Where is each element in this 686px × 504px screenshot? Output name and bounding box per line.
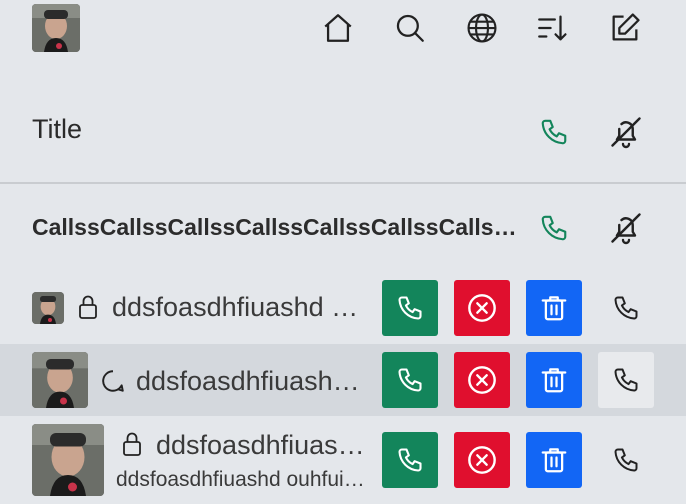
accept-call-button[interactable]	[382, 432, 438, 488]
delete-button[interactable]	[526, 280, 582, 336]
sort-icon[interactable]	[532, 8, 572, 48]
list-item[interactable]: ddsfoasdhfiuashd ouhfuiasdhfiuahsdf	[0, 344, 686, 416]
list-item[interactable]: ddsfoasdhfiuashd ouhfuiasdhfiuahsdf ddsf…	[0, 420, 686, 500]
list-item[interactable]: ddsfoasdhfiuashd ouhfuiasdhfiuahsdf	[0, 278, 686, 338]
search-icon[interactable]	[390, 8, 430, 48]
accept-call-button[interactable]	[382, 352, 438, 408]
delete-button[interactable]	[526, 432, 582, 488]
lock-icon	[120, 431, 144, 462]
decline-button[interactable]	[454, 352, 510, 408]
list-item-name: ddsfoasdhfiuashd ouhfuiasdhfiuahsdf	[156, 430, 368, 460]
list-item-name: ddsfoasdhfiuashd ouhfuiasdhfiuahsdf	[136, 366, 370, 396]
list-item-name: ddsfoasdhfiuashd ouhfuiasdhfiuahsdf	[112, 292, 370, 322]
decline-button[interactable]	[454, 432, 510, 488]
call-button[interactable]	[598, 432, 654, 488]
list-item-subtitle: ddsfoasdhfiuashd ouhfuiasdhfiuahsdf	[116, 468, 366, 491]
compose-icon[interactable]	[605, 8, 645, 48]
avatar	[32, 352, 88, 408]
home-icon[interactable]	[318, 8, 358, 48]
call-button[interactable]	[598, 280, 654, 336]
accept-call-button[interactable]	[382, 280, 438, 336]
chat-bubble-icon	[100, 368, 126, 399]
notifications-off-icon[interactable]	[604, 206, 648, 250]
decline-button[interactable]	[454, 280, 510, 336]
avatar	[32, 424, 104, 496]
call-icon[interactable]	[532, 110, 576, 154]
section-divider	[0, 182, 686, 184]
avatar	[32, 292, 64, 324]
user-avatar[interactable]	[32, 4, 80, 52]
section-header: CallssCallssCallssCallssCallssCallssCall…	[32, 214, 526, 240]
lock-icon	[76, 294, 100, 325]
page-title: Title	[32, 114, 83, 144]
call-icon[interactable]	[532, 206, 576, 250]
call-button[interactable]	[598, 352, 654, 408]
delete-button[interactable]	[526, 352, 582, 408]
notifications-off-icon[interactable]	[604, 110, 648, 154]
globe-icon[interactable]	[462, 8, 502, 48]
